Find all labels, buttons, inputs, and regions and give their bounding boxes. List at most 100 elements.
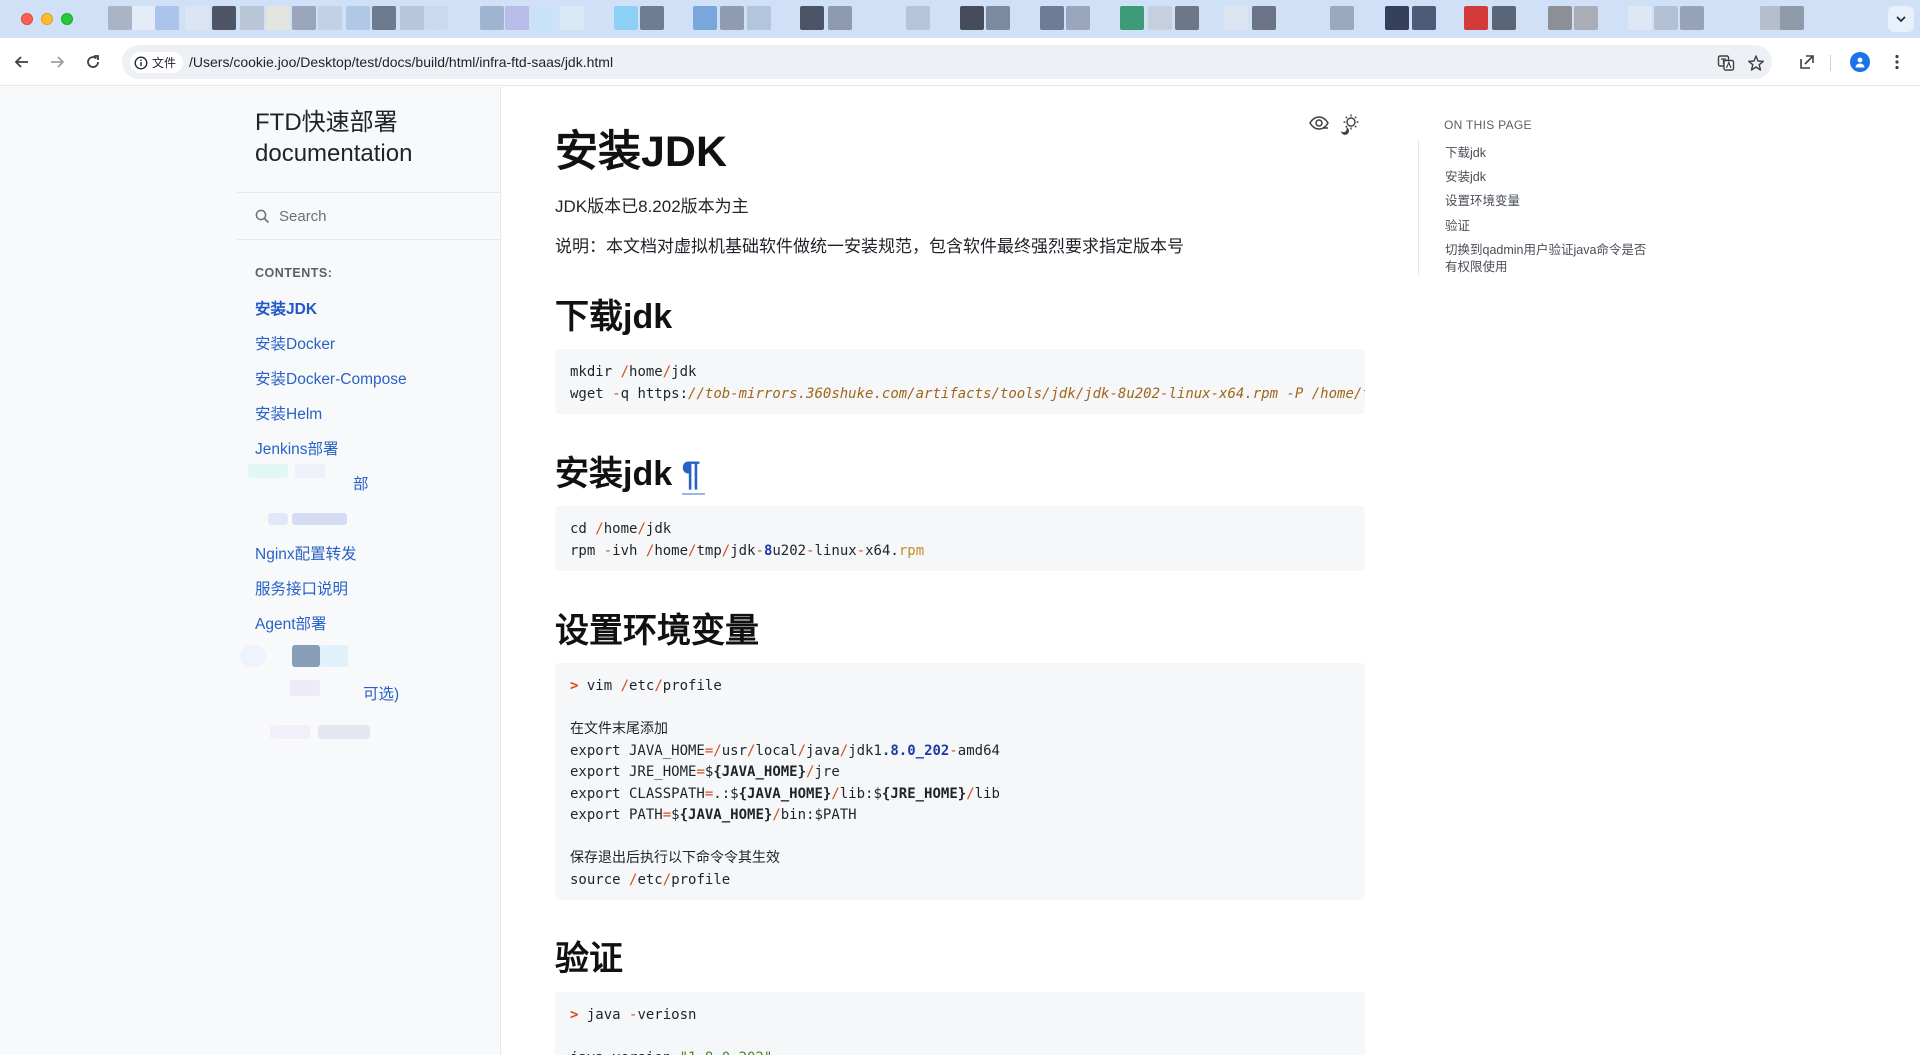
blurred-tab-icon[interactable]: [1574, 6, 1598, 30]
toc-item-install[interactable]: 安装jdk: [1445, 169, 1486, 186]
blurred-tab-icon[interactable]: [1628, 6, 1652, 30]
blurred-tab-icon[interactable]: [828, 6, 852, 30]
blurred-tab-icon[interactable]: [960, 6, 984, 30]
blurred-tab-icon[interactable]: [480, 6, 504, 30]
blurred-tab-icon[interactable]: [986, 6, 1010, 30]
project-title[interactable]: FTD快速部署 documentation: [255, 107, 495, 169]
browser-toolbar: 文件 /Users/cookie.joo/Desktop/test/docs/b…: [0, 38, 1920, 86]
blurred-tab-icon[interactable]: [400, 6, 424, 30]
blurred-tab-icon[interactable]: [372, 6, 396, 30]
blurred-tab-icon[interactable]: [1548, 6, 1572, 30]
reload-button[interactable]: [81, 50, 105, 74]
code-block-install[interactable]: cd /home/jdk rpm -ivh /home/tmp/jdk-8u20…: [555, 506, 1365, 571]
blurred-tab-icon[interactable]: [747, 6, 771, 30]
section-heading-install: 安装jdk ¶: [555, 446, 705, 495]
blurred-tab-icon[interactable]: [720, 6, 744, 30]
blurred-tab-icon[interactable]: [292, 6, 316, 30]
code-block-download[interactable]: mkdir /home/jdk wget -q https://tob-mirr…: [555, 349, 1365, 414]
forward-button[interactable]: [45, 50, 69, 74]
back-button[interactable]: [10, 50, 34, 74]
sidebar-item-5[interactable]: 部: [353, 472, 369, 494]
blurred-tab-icon[interactable]: [1780, 6, 1804, 30]
sidebar-item-2[interactable]: 安装Docker-Compose: [255, 367, 407, 389]
blurred-tab-icon[interactable]: [132, 6, 156, 30]
blurred-tab-icon[interactable]: [1680, 6, 1704, 30]
sidebar-item-8[interactable]: 服务接口说明: [255, 577, 348, 599]
blurred-tab-icon[interactable]: [1120, 6, 1144, 30]
blurred-tab-icon[interactable]: [266, 6, 290, 30]
minimize-window-button[interactable]: [41, 13, 53, 25]
blurred-tab-icon[interactable]: [346, 6, 370, 30]
toc-item-switch-user-cont[interactable]: 有权限使用: [1445, 259, 1508, 276]
search-input[interactable]: Search: [237, 192, 501, 240]
blurred-tab-icon[interactable]: [318, 6, 342, 30]
tab-search-button[interactable]: [1888, 6, 1914, 32]
blurred-nav-patch: [295, 464, 325, 478]
code-block-verify[interactable]: > java -veriosn java version "1.8.0_202": [555, 992, 1365, 1055]
blurred-tab-icon[interactable]: [1224, 6, 1248, 30]
blurred-tab-icon[interactable]: [1492, 6, 1516, 30]
blurred-tab-icon[interactable]: [1385, 6, 1409, 30]
url-text[interactable]: /Users/cookie.joo/Desktop/test/docs/buil…: [189, 54, 613, 70]
blurred-tab-icon[interactable]: [640, 6, 664, 30]
intro-description: 说明：本文档对虚拟机基础软件做统一安装规范，包含软件最终强烈要求指定版本号: [555, 237, 1184, 256]
back-icon: [14, 56, 28, 68]
project-title-line2: documentation: [255, 140, 413, 167]
blurred-tab-icon[interactable]: [424, 6, 448, 30]
translate-button[interactable]: [1716, 53, 1736, 73]
maximize-window-button[interactable]: [61, 13, 73, 25]
blurred-nav-patch: [318, 725, 370, 739]
permalink-anchor[interactable]: ¶: [681, 455, 705, 495]
blurred-tab-icon[interactable]: [614, 6, 638, 30]
blurred-tab-icon[interactable]: [1066, 6, 1090, 30]
toc-item-env[interactable]: 设置环境变量: [1445, 193, 1520, 210]
sidebar-item-9[interactable]: Agent部署: [255, 612, 327, 634]
blurred-tab-icon[interactable]: [185, 6, 209, 30]
blurred-nav-patch: [268, 513, 288, 525]
blurred-tab-icon[interactable]: [1252, 6, 1276, 30]
blurred-tab-icon[interactable]: [240, 6, 264, 30]
section-heading-env: 设置环境变量: [555, 612, 759, 650]
sidebar-item-7[interactable]: Nginx配置转发: [255, 542, 357, 564]
blurred-nav-patch: [320, 645, 348, 667]
close-window-button[interactable]: [21, 13, 33, 25]
site-info-button[interactable]: 文件: [130, 52, 184, 73]
address-bar[interactable]: 文件 /Users/cookie.joo/Desktop/test/docs/b…: [122, 45, 1772, 79]
blurred-tab-icon[interactable]: [155, 6, 179, 30]
view-source-button[interactable]: [1308, 112, 1330, 141]
sidebar-item-4[interactable]: Jenkins部署: [255, 437, 339, 459]
toc-item-verify[interactable]: 验证: [1445, 218, 1470, 235]
blurred-tab-icon[interactable]: [532, 6, 556, 30]
blurred-tab-icon[interactable]: [1330, 6, 1354, 30]
sidebar-item-3[interactable]: 安装Helm: [255, 402, 322, 424]
menu-button[interactable]: [1885, 50, 1909, 74]
blurred-tab-icon[interactable]: [906, 6, 930, 30]
blurred-tab-icon[interactable]: [800, 6, 824, 30]
profile-button[interactable]: [1850, 52, 1870, 72]
toc-item-download[interactable]: 下载jdk: [1445, 145, 1486, 162]
blurred-tab-icon[interactable]: [1175, 6, 1199, 30]
bookmark-button[interactable]: [1746, 53, 1766, 73]
blurred-tab-icon[interactable]: [1040, 6, 1064, 30]
sidebar-item-0[interactable]: 安装JDK: [255, 297, 317, 319]
forward-icon: [51, 56, 65, 68]
code-block-env[interactable]: > vim /etc/profile 在文件末尾添加 export JAVA_H…: [555, 663, 1365, 900]
theme-toggle-button[interactable]: [1338, 112, 1362, 141]
blurred-tab-icon[interactable]: [1464, 6, 1488, 30]
search-icon: [255, 209, 270, 223]
blurred-tab-icon[interactable]: [1148, 6, 1172, 30]
blurred-tab-icon[interactable]: [505, 6, 529, 30]
blurred-tab-icon[interactable]: [560, 6, 584, 30]
toc-heading: ON THIS PAGE: [1444, 118, 1532, 132]
toc-item-switch-user[interactable]: 切换到qadmin用户验证java命令是否: [1445, 242, 1646, 259]
extensions-button[interactable]: [1795, 50, 1819, 74]
blurred-tab-icon[interactable]: [108, 6, 132, 30]
sidebar-item-1[interactable]: 安装Docker: [255, 332, 335, 354]
toc: 下载jdk 安装jdk 设置环境变量 验证 切换到qadmin用户验证java命…: [1418, 140, 1668, 275]
blurred-tab-icon[interactable]: [212, 6, 236, 30]
blurred-tab-icon[interactable]: [1654, 6, 1678, 30]
blurred-tab-icon[interactable]: [693, 6, 717, 30]
blurred-tab-icon[interactable]: [1412, 6, 1436, 30]
blurred-nav-patch: [248, 464, 288, 478]
sidebar-item-11[interactable]: 可选): [363, 682, 399, 704]
